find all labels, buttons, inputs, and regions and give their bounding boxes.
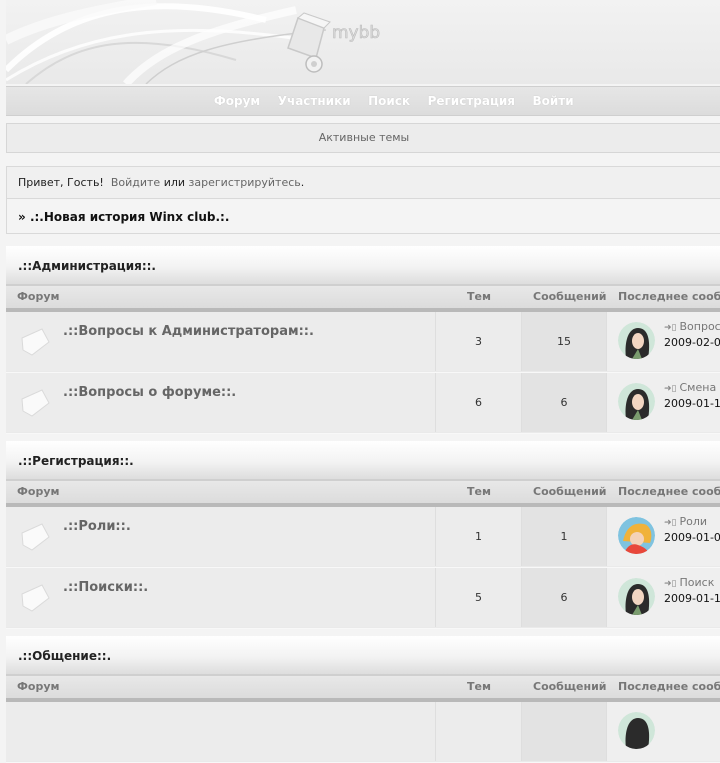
topics-count: [436, 702, 522, 761]
column-headers: Форум Тем Сообщений Последнее сооб: [6, 286, 720, 312]
forum-name-link[interactable]: .::Вопросы о форуме::.: [63, 385, 236, 400]
avatar[interactable]: [618, 383, 655, 420]
forum-cell: .::Роли::.: [6, 507, 436, 566]
forum-cell: .::Поиски::.: [6, 568, 436, 627]
forum-row: .::Вопросы о форуме::. 6 6 ➜▯ Смена 2009-…: [6, 373, 720, 434]
col-topics: Тем: [467, 680, 491, 693]
top-navigation: Форум Участники Поиск Регистрация Войти: [6, 86, 720, 116]
avatar[interactable]: [618, 712, 655, 749]
col-last-post: Последнее сооб: [618, 680, 720, 693]
topics-count: 3: [436, 312, 522, 371]
header-banner: mybb: [6, 0, 720, 84]
last-post-cell: ➜▯ Роли 2009-01-0: [607, 507, 720, 566]
forum-cell: [6, 702, 436, 761]
column-headers: Форум Тем Сообщений Последнее сооб: [6, 481, 720, 507]
last-post-date: 2009-01-1: [664, 397, 720, 410]
topics-count: 6: [436, 373, 522, 432]
nav-search-link[interactable]: Поиск: [368, 87, 410, 115]
column-headers: Форум Тем Сообщений Последнее сооб: [6, 676, 720, 702]
category-title[interactable]: .::Администрация::.: [6, 246, 720, 286]
greeting-end: .: [300, 176, 305, 189]
breadcrumb: » .:.Новая история Winx club.:.: [6, 198, 720, 234]
col-last-post: Последнее сооб: [618, 290, 720, 303]
forum-row: .::Поиски::. 5 6 ➜▯ Поиск 2009-01-1: [6, 568, 720, 629]
category-communication: .::Общение::. Форум Тем Сообщений Послед…: [6, 636, 720, 763]
forum-row: [6, 702, 720, 763]
forum-row: .::Вопросы к Администраторам::. 3 15 ➜▯ В…: [6, 312, 720, 373]
goto-last-post-icon: ➜▯: [664, 323, 677, 333]
category-title[interactable]: .::Общение::.: [6, 636, 720, 676]
forum-name-link[interactable]: .::Вопросы к Администраторам::.: [63, 324, 314, 339]
col-topics: Тем: [467, 290, 491, 303]
posts-count: 1: [522, 507, 607, 566]
last-post-cell: [607, 702, 720, 761]
last-post-date: 2009-01-1: [664, 592, 720, 605]
greeting-or: или: [163, 176, 186, 189]
posts-count: 15: [522, 312, 607, 371]
forum-cell: .::Вопросы к Администраторам::.: [6, 312, 436, 371]
mybb-logo[interactable]: mybb: [272, 12, 398, 76]
posts-count: 6: [522, 568, 607, 627]
col-posts: Сообщений: [533, 680, 607, 693]
category-title[interactable]: .::Регистрация::.: [6, 441, 720, 481]
col-forum: Форум: [17, 290, 60, 303]
nav-forum-link[interactable]: Форум: [214, 87, 260, 115]
col-posts: Сообщений: [533, 485, 607, 498]
posts-count: 6: [522, 373, 607, 432]
forum-row: .::Роли::. 1 1 ➜▯ Роли 2009-01-0: [6, 507, 720, 568]
page: mybb Форум Участники Поиск Регистрация В…: [6, 0, 720, 763]
last-post-link[interactable]: ➜▯ Смена: [664, 381, 716, 394]
nav-login-link[interactable]: Войти: [532, 87, 573, 115]
avatar[interactable]: [618, 322, 655, 359]
nav-register-link[interactable]: Регистрация: [428, 87, 515, 115]
forum-cell: .::Вопросы о форуме::.: [6, 373, 436, 432]
nav-members-link[interactable]: Участники: [278, 87, 351, 115]
breadcrumb-arrow: »: [18, 210, 26, 224]
forum-name-link[interactable]: .::Поиски::.: [63, 580, 148, 595]
goto-last-post-icon: ➜▯: [664, 579, 677, 589]
last-post-link[interactable]: ➜▯ Поиск: [664, 576, 714, 589]
posts-count: [522, 702, 607, 761]
login-link[interactable]: Войдите: [111, 176, 160, 189]
last-post-cell: ➜▯ Вопрос 2009-02-0: [607, 312, 720, 371]
forum-status-icon: [21, 389, 50, 417]
last-post-link[interactable]: ➜▯ Роли: [664, 515, 707, 528]
category-administration: .::Администрация::. Форум Тем Сообщений …: [6, 246, 720, 434]
register-link[interactable]: зарегистрируйтесь: [189, 176, 301, 189]
breadcrumb-title[interactable]: .:.Новая история Winx club.:.: [30, 210, 229, 224]
svg-text:mybb: mybb: [332, 23, 380, 43]
last-post-date: 2009-01-0: [664, 531, 720, 544]
col-forum: Форум: [17, 680, 60, 693]
active-topics-link[interactable]: Активные темы: [6, 123, 720, 153]
goto-last-post-icon: ➜▯: [664, 518, 677, 528]
forum-status-icon: [21, 523, 50, 551]
guest-greeting: Привет, Гость! Войдите или зарегистрируй…: [6, 166, 720, 198]
topics-count: 5: [436, 568, 522, 627]
avatar[interactable]: [618, 517, 655, 554]
last-post-link[interactable]: ➜▯ Вопрос: [664, 320, 720, 333]
avatar[interactable]: [618, 578, 655, 615]
last-post-cell: ➜▯ Поиск 2009-01-1: [607, 568, 720, 627]
greeting-text: Привет, Гость!: [18, 176, 104, 189]
forum-status-icon: [21, 328, 50, 356]
topics-count: 1: [436, 507, 522, 566]
col-last-post: Последнее сооб: [618, 485, 720, 498]
col-topics: Тем: [467, 485, 491, 498]
goto-last-post-icon: ➜▯: [664, 384, 677, 394]
last-post-date: 2009-02-0: [664, 336, 720, 349]
last-post-cell: ➜▯ Смена 2009-01-1: [607, 373, 720, 432]
forum-status-icon: [21, 584, 50, 612]
col-posts: Сообщений: [533, 290, 607, 303]
active-topics-label: Активные темы: [318, 131, 410, 144]
forum-name-link[interactable]: .::Роли::.: [63, 519, 131, 534]
col-forum: Форум: [17, 485, 60, 498]
category-registration: .::Регистрация::. Форум Тем Сообщений По…: [6, 441, 720, 629]
